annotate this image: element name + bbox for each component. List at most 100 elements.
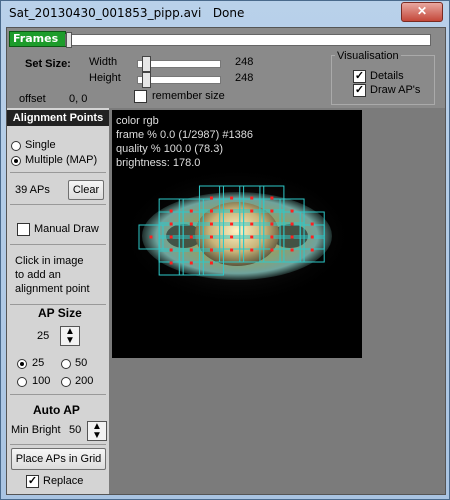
ap-point[interactable]: [250, 235, 254, 239]
ap-point[interactable]: [209, 261, 213, 265]
ap-point[interactable]: [230, 209, 234, 213]
ap-point[interactable]: [230, 222, 234, 226]
frame-image-view[interactable]: color rgb frame % 0.0 (1/2987) #1386 qua…: [112, 110, 362, 358]
width-slider[interactable]: [137, 56, 221, 72]
remember-size-checkbox[interactable]: [134, 90, 147, 103]
ap-point[interactable]: [270, 209, 274, 213]
place-aps-in-grid-button[interactable]: Place APs in Grid: [11, 448, 106, 470]
draw-aps-label: Draw AP's: [370, 84, 421, 96]
ap-point[interactable]: [189, 222, 193, 226]
ap-point[interactable]: [189, 261, 193, 265]
min-bright-stepper[interactable]: ▲ ▼: [87, 421, 107, 441]
ap-point[interactable]: [270, 196, 274, 200]
ap-point[interactable]: [189, 235, 193, 239]
ap-size-100-label: 100: [32, 375, 51, 387]
multiple-map-radio[interactable]: [11, 156, 21, 166]
ap-point[interactable]: [209, 222, 213, 226]
ap-point[interactable]: [189, 248, 193, 252]
ap-size-25-label: 25: [32, 357, 45, 369]
height-slider[interactable]: [137, 72, 221, 88]
draw-aps-checkbox[interactable]: ✓: [353, 84, 366, 97]
ap-point[interactable]: [169, 261, 173, 265]
hint-line-3: alignment point: [15, 283, 90, 295]
details-checkbox[interactable]: ✓: [353, 70, 366, 83]
ap-size-25-radio[interactable]: [17, 359, 27, 369]
ap-point[interactable]: [310, 222, 314, 226]
divider: [10, 304, 106, 305]
ap-point[interactable]: [250, 196, 254, 200]
clear-button[interactable]: Clear: [68, 180, 104, 200]
set-size-label: Set Size:: [25, 58, 71, 70]
ap-point[interactable]: [149, 235, 153, 239]
ap-size-50-label: 50: [75, 357, 88, 369]
min-bright-value: 50: [69, 424, 82, 436]
ap-size-stepper[interactable]: ▲ ▼: [60, 326, 80, 346]
close-button[interactable]: ✕: [401, 2, 443, 22]
min-bright-label: Min Bright: [11, 424, 61, 436]
window-status: Done: [212, 6, 245, 20]
ap-point[interactable]: [169, 235, 173, 239]
ap-point[interactable]: [290, 248, 294, 252]
replace-label: Replace: [43, 475, 84, 487]
ap-point[interactable]: [209, 248, 213, 252]
ap-point[interactable]: [250, 209, 254, 213]
title-bar[interactable]: Sat_20130430_001853_pipp.avi Done ✕: [1, 1, 449, 25]
auto-ap-header: Auto AP: [33, 403, 80, 417]
hint-line-1: Click in image: [15, 255, 84, 267]
alignment-points-header: Alignment Points: [7, 110, 109, 126]
ap-point[interactable]: [290, 209, 294, 213]
ap-point[interactable]: [290, 235, 294, 239]
divider: [10, 444, 106, 445]
alignment-side-panel: Alignment Points Single Multiple (MAP) 3…: [7, 108, 109, 494]
ap-point[interactable]: [250, 222, 254, 226]
ap-point[interactable]: [209, 209, 213, 213]
offset-label: offset: [19, 93, 46, 105]
hint-line-2: to add an: [15, 269, 61, 281]
ap-point[interactable]: [230, 235, 234, 239]
ap-point[interactable]: [189, 209, 193, 213]
ap-size-header: AP Size: [38, 306, 82, 320]
info-brightness: brightness: 178.0: [116, 157, 201, 169]
ap-point[interactable]: [270, 235, 274, 239]
window-title: Sat_20130430_001853_pipp.avi Done: [9, 6, 245, 20]
manual-draw-checkbox[interactable]: [17, 223, 30, 236]
height-label: Height: [89, 72, 121, 84]
offset-value: 0, 0: [69, 93, 88, 105]
ap-size-value: 25: [37, 330, 50, 342]
ap-point[interactable]: [209, 196, 213, 200]
single-radio[interactable]: [11, 141, 21, 151]
height-slider-thumb[interactable]: [142, 72, 151, 88]
ap-point[interactable]: [310, 235, 314, 239]
single-label: Single: [25, 139, 56, 151]
ap-point[interactable]: [290, 222, 294, 226]
frames-label: Frames: [9, 31, 66, 47]
ap-size-50-radio[interactable]: [61, 359, 71, 369]
details-label: Details: [370, 70, 404, 82]
ap-size-200-label: 200: [75, 375, 94, 387]
ap-point[interactable]: [169, 248, 173, 252]
info-frame: frame % 0.0 (1/2987) #1386: [116, 129, 253, 141]
info-quality: quality % 100.0 (78.3): [116, 143, 224, 155]
ap-point[interactable]: [310, 248, 314, 252]
ap-point[interactable]: [250, 248, 254, 252]
ap-point[interactable]: [230, 196, 234, 200]
ap-point[interactable]: [270, 248, 274, 252]
ap-point[interactable]: [230, 248, 234, 252]
ap-size-100-radio[interactable]: [17, 377, 27, 387]
ap-point[interactable]: [169, 222, 173, 226]
divider: [10, 394, 106, 395]
ap-size-200-radio[interactable]: [61, 377, 71, 387]
width-slider-thumb[interactable]: [142, 56, 151, 72]
ap-point[interactable]: [209, 235, 213, 239]
replace-checkbox[interactable]: ✓: [26, 475, 39, 488]
top-panel: Frames Set Size: Width 248 Height 248 of…: [7, 28, 445, 108]
height-value: 248: [235, 72, 254, 84]
app-window: Sat_20130430_001853_pipp.avi Done ✕ Fram…: [0, 0, 450, 500]
ap-point[interactable]: [270, 222, 274, 226]
ap-point[interactable]: [169, 209, 173, 213]
frames-slider[interactable]: [65, 32, 431, 48]
frames-slider-thumb[interactable]: [66, 32, 72, 48]
remember-size-label: remember size: [152, 90, 225, 102]
multiple-map-label: Multiple (MAP): [25, 154, 98, 166]
divider: [10, 172, 106, 173]
